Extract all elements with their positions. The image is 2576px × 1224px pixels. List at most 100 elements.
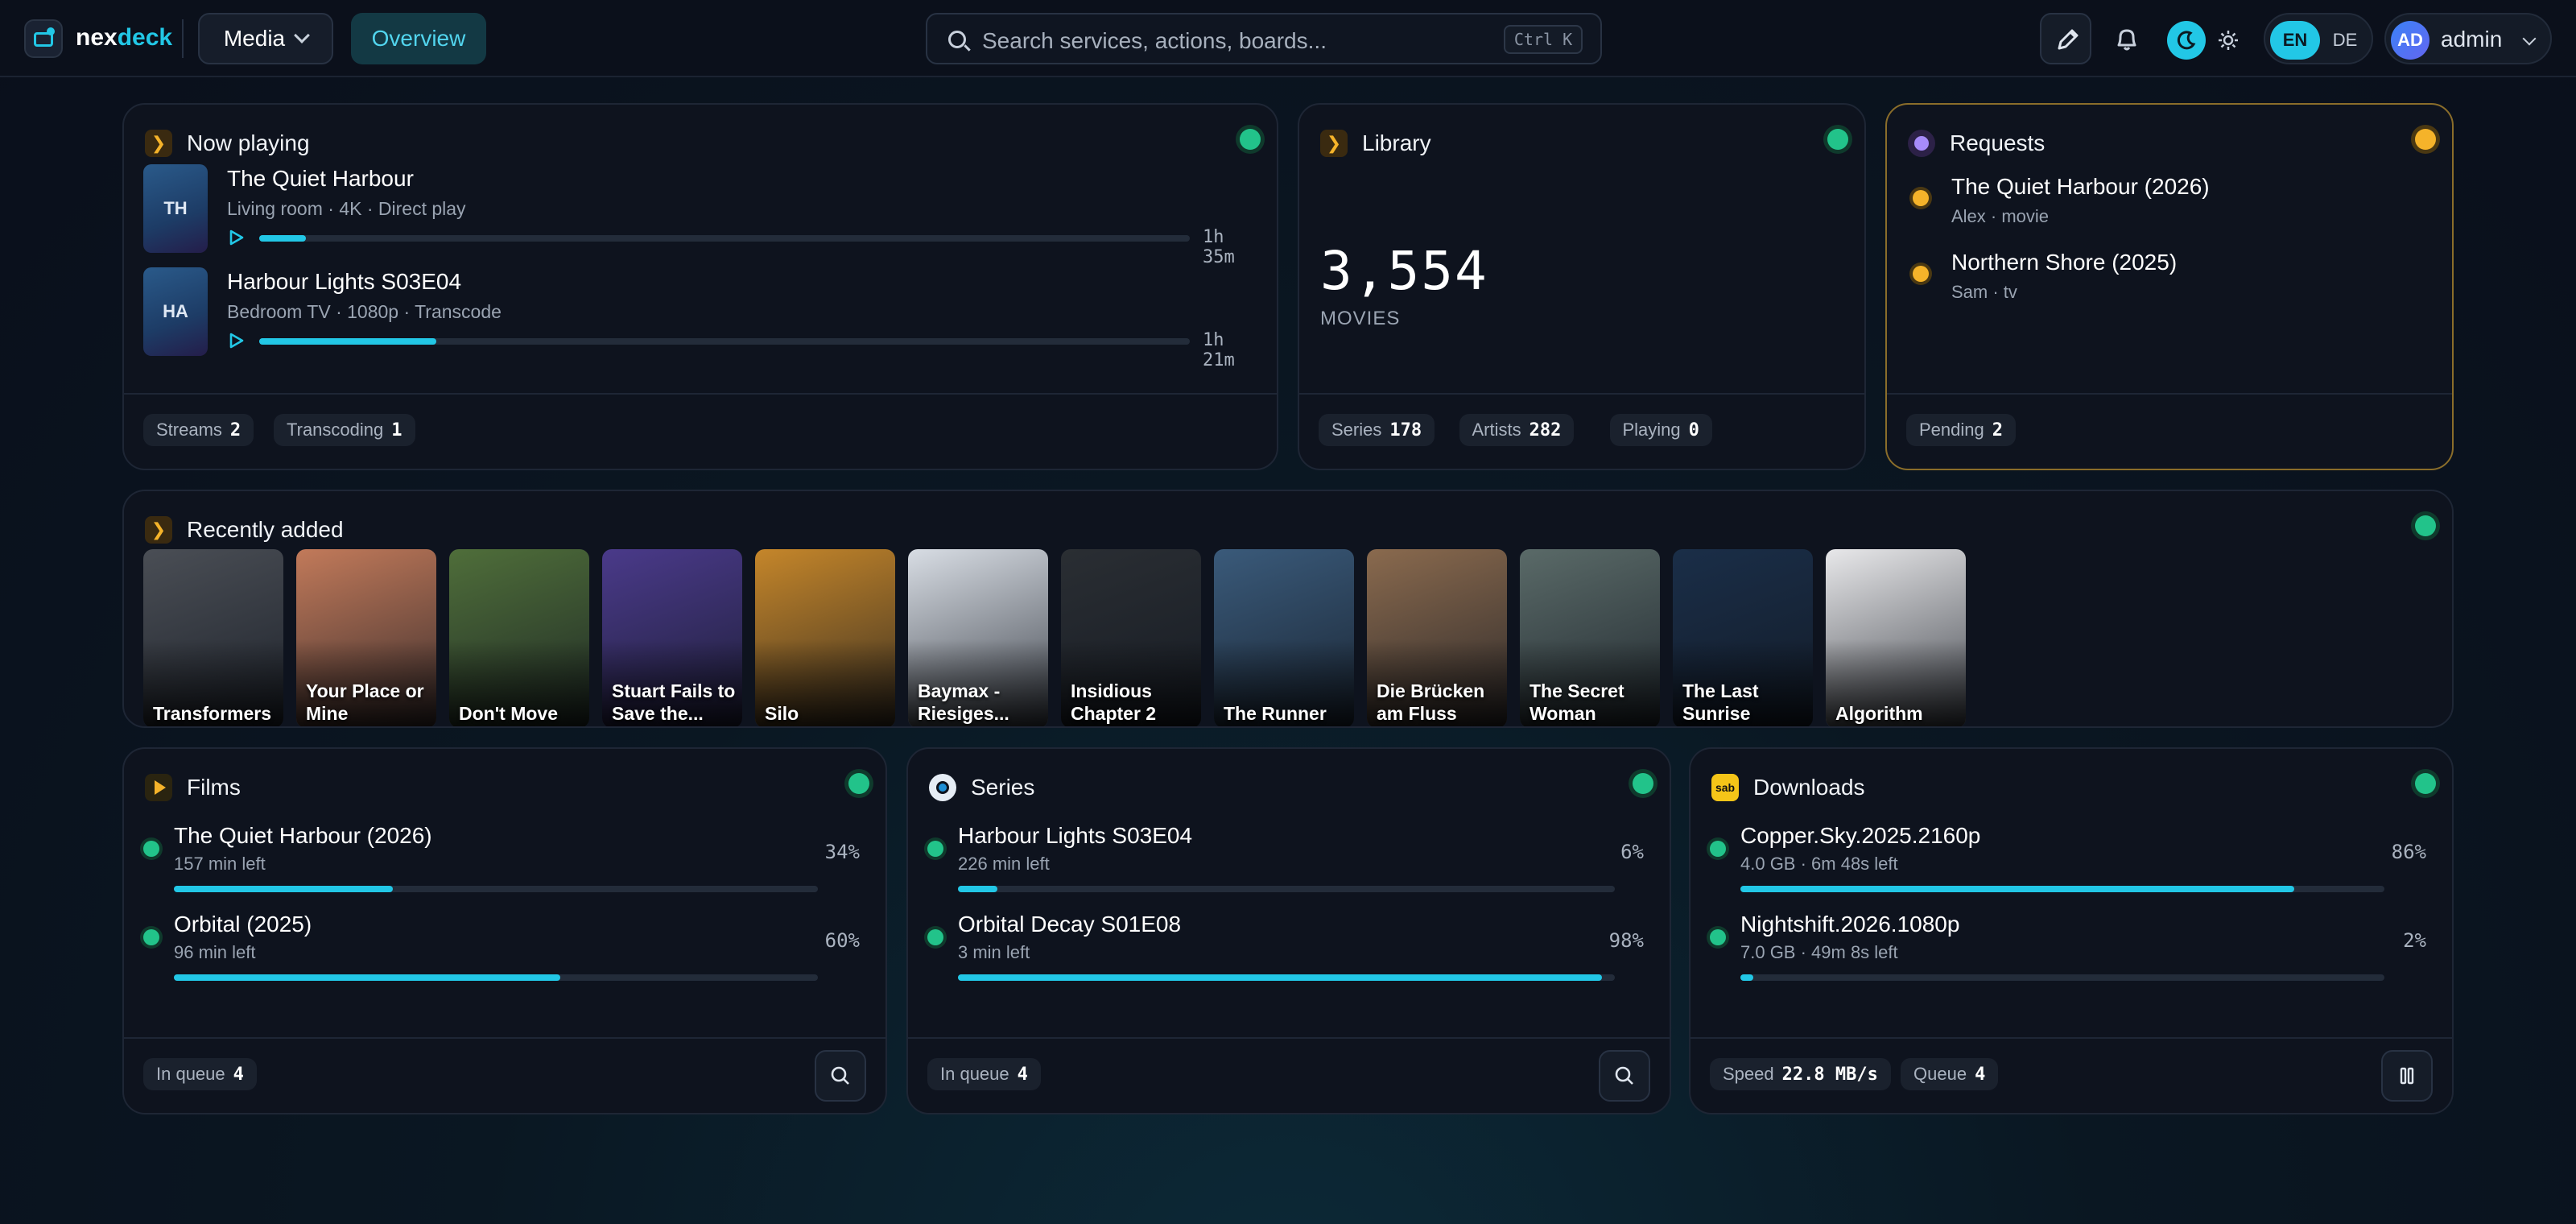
item-title: The Quiet Harbour (2026) [174, 823, 432, 848]
status-dot [1710, 929, 1726, 945]
list-item[interactable]: Orbital (2025) 96 min left 60% [143, 912, 860, 981]
progress-bar [1740, 974, 2384, 981]
poster[interactable]: Don't Move [449, 549, 589, 726]
poster-title: Don't Move [459, 703, 559, 724]
search-icon [816, 1066, 865, 1103]
poster[interactable]: Silo [755, 549, 895, 726]
sun-icon[interactable] [2209, 21, 2248, 60]
poster[interactable]: Algorithm [1826, 549, 1966, 726]
stat-value: 4 [233, 1064, 244, 1085]
list-item[interactable]: The Quiet Harbour (2026) 157 min left 34% [143, 823, 860, 912]
stat-label: Speed [1723, 1064, 1774, 1084]
duration: 1h 21m [1203, 330, 1235, 370]
item-percent: 6% [1620, 841, 1644, 863]
item-title: Copper.Sky.2025.2160p [1740, 823, 1981, 848]
request-item[interactable]: The Quiet Harbour (2026) Alex · movie [1906, 174, 2438, 238]
list-item[interactable]: Harbour Lights S03E04 226 min left 6% [927, 823, 1644, 912]
search-input[interactable]: Search services, actions, boards... Ctrl… [926, 13, 1602, 64]
downloads-card: sab Downloads Copper.Sky.2025.2160p 4.0 GB… [1689, 747, 2454, 1114]
item-subtitle: 226 min left [958, 854, 1050, 874]
now-playing-item[interactable]: TH The Quiet Harbour Living room · 4K · Di… [143, 164, 1262, 267]
poster[interactable]: The Last Sunrise [1673, 549, 1813, 726]
search-shortcut-badge: Ctrl K [1504, 25, 1583, 54]
stat-label: Streams [156, 420, 222, 440]
progress-fill [958, 974, 1602, 981]
progress-fill [174, 886, 393, 892]
poster[interactable]: Your Place or Mine [296, 549, 436, 726]
stat-value: 4 [1975, 1064, 1986, 1085]
item-percent: 98% [1608, 929, 1644, 952]
list-item[interactable]: Copper.Sky.2025.2160p 4.0 GB · 6m 48s lef… [1710, 823, 2426, 912]
avatar: AD [2391, 21, 2429, 60]
sabnzbd-icon: sab [1711, 774, 1739, 801]
poster[interactable]: Die Brücken am Fluss [1367, 549, 1507, 726]
poster[interactable]: Baymax - Riesiges... [908, 549, 1048, 726]
request-title: The Quiet Harbour (2026) [1951, 174, 2210, 199]
films-search-button[interactable] [815, 1050, 866, 1102]
downloads-pause-button[interactable] [2381, 1050, 2433, 1102]
request-item[interactable]: Northern Shore (2025) Sam · tv [1906, 250, 2438, 314]
library-card: ❯ Library 3,554 MOVIES Series 178 Artists 28… [1298, 103, 1866, 470]
card-footer: Streams 2 Transcoding 1 [124, 393, 1277, 469]
films-card: Films The Quiet Harbour (2026) 157 min le… [122, 747, 887, 1114]
status-indicator [1633, 773, 1653, 794]
poster[interactable]: Stuart Fails to Save the... [602, 549, 742, 726]
progress-bar [259, 338, 1190, 345]
moon-icon[interactable] [2167, 21, 2206, 60]
poster-title: The Last Sunrise [1682, 680, 1759, 724]
card-title: Library [1362, 130, 1431, 155]
stat-value: 4 [1017, 1064, 1028, 1085]
series-search-button[interactable] [1599, 1050, 1650, 1102]
poster[interactable]: The Secret Woman [1520, 549, 1660, 726]
series-list: Harbour Lights S03E04 226 min left 6% Orbit… [908, 813, 1670, 981]
progress-bar [174, 974, 818, 981]
card-footer: In queue 4 [908, 1037, 1670, 1113]
recently-added-card: ❯ Recently added Transformers Your Place o… [122, 490, 2454, 728]
theme-toggle[interactable] [2162, 13, 2252, 64]
media-thumbnail: HA [143, 267, 208, 356]
poster-title: The Runner [1224, 703, 1327, 724]
progress-bar [174, 886, 818, 892]
request-subtitle: Sam · tv [1951, 282, 2017, 302]
stat-label: Pending [1919, 420, 1984, 440]
play-icon[interactable] [229, 229, 245, 246]
edit-button[interactable] [2040, 13, 2091, 64]
play-icon[interactable] [229, 332, 245, 349]
stat-value: 178 [1389, 420, 1422, 440]
notifications-button[interactable] [2099, 13, 2151, 64]
progress-fill [259, 338, 436, 345]
list-item[interactable]: Orbital Decay S01E08 3 min left 98% [927, 912, 1644, 981]
poster[interactable]: Insidious Chapter 2 [1061, 549, 1201, 726]
status-dot [927, 929, 943, 945]
poster[interactable]: The Runner [1214, 549, 1354, 726]
list-item[interactable]: Nightshift.2026.1080p 7.0 GB · 49m 8s lef… [1710, 912, 2426, 981]
stat-label: Artists [1472, 420, 1521, 440]
lang-de-button[interactable]: DE [2322, 21, 2368, 60]
stat-chip: Transcoding 1 [274, 414, 415, 446]
bell-icon [2117, 29, 2136, 51]
divider [182, 19, 184, 58]
media-dropdown-button[interactable]: Media [198, 13, 333, 64]
stat-value: 22.8 MB/s [1781, 1064, 1878, 1085]
top-bar: nexdeck Media Overview Search services, … [0, 0, 2576, 77]
duration: 1h 35m [1203, 227, 1235, 267]
series-card: Series Harbour Lights S03E04 226 min left… [906, 747, 1671, 1114]
status-indicator [848, 773, 869, 794]
item-subtitle: 96 min left [174, 942, 256, 962]
item-percent: 86% [2391, 841, 2426, 863]
card-footer: Speed 22.8 MB/s Queue 4 [1690, 1037, 2452, 1113]
app-brand[interactable]: nexdeck [76, 24, 172, 52]
app-logo-icon[interactable] [24, 19, 63, 58]
pause-icon [2383, 1067, 2431, 1103]
pending-status-dot [1913, 266, 1929, 282]
stat-label: In queue [156, 1064, 225, 1084]
lang-en-button[interactable]: EN [2270, 21, 2320, 60]
now-playing-item[interactable]: HA Harbour Lights S03E04 Bedroom TV · 1080… [143, 267, 1262, 370]
stat-chip: Speed 22.8 MB/s [1710, 1058, 1891, 1090]
now-playing-subtitle: Bedroom TV · 1080p · Transcode [227, 301, 502, 322]
films-list: The Quiet Harbour (2026) 157 min left 34% O… [124, 813, 886, 981]
user-name: admin [2441, 27, 2503, 52]
poster[interactable]: Transformers [143, 549, 283, 726]
user-menu-button[interactable]: AD admin [2384, 13, 2552, 64]
overview-button[interactable]: Overview [351, 13, 486, 64]
